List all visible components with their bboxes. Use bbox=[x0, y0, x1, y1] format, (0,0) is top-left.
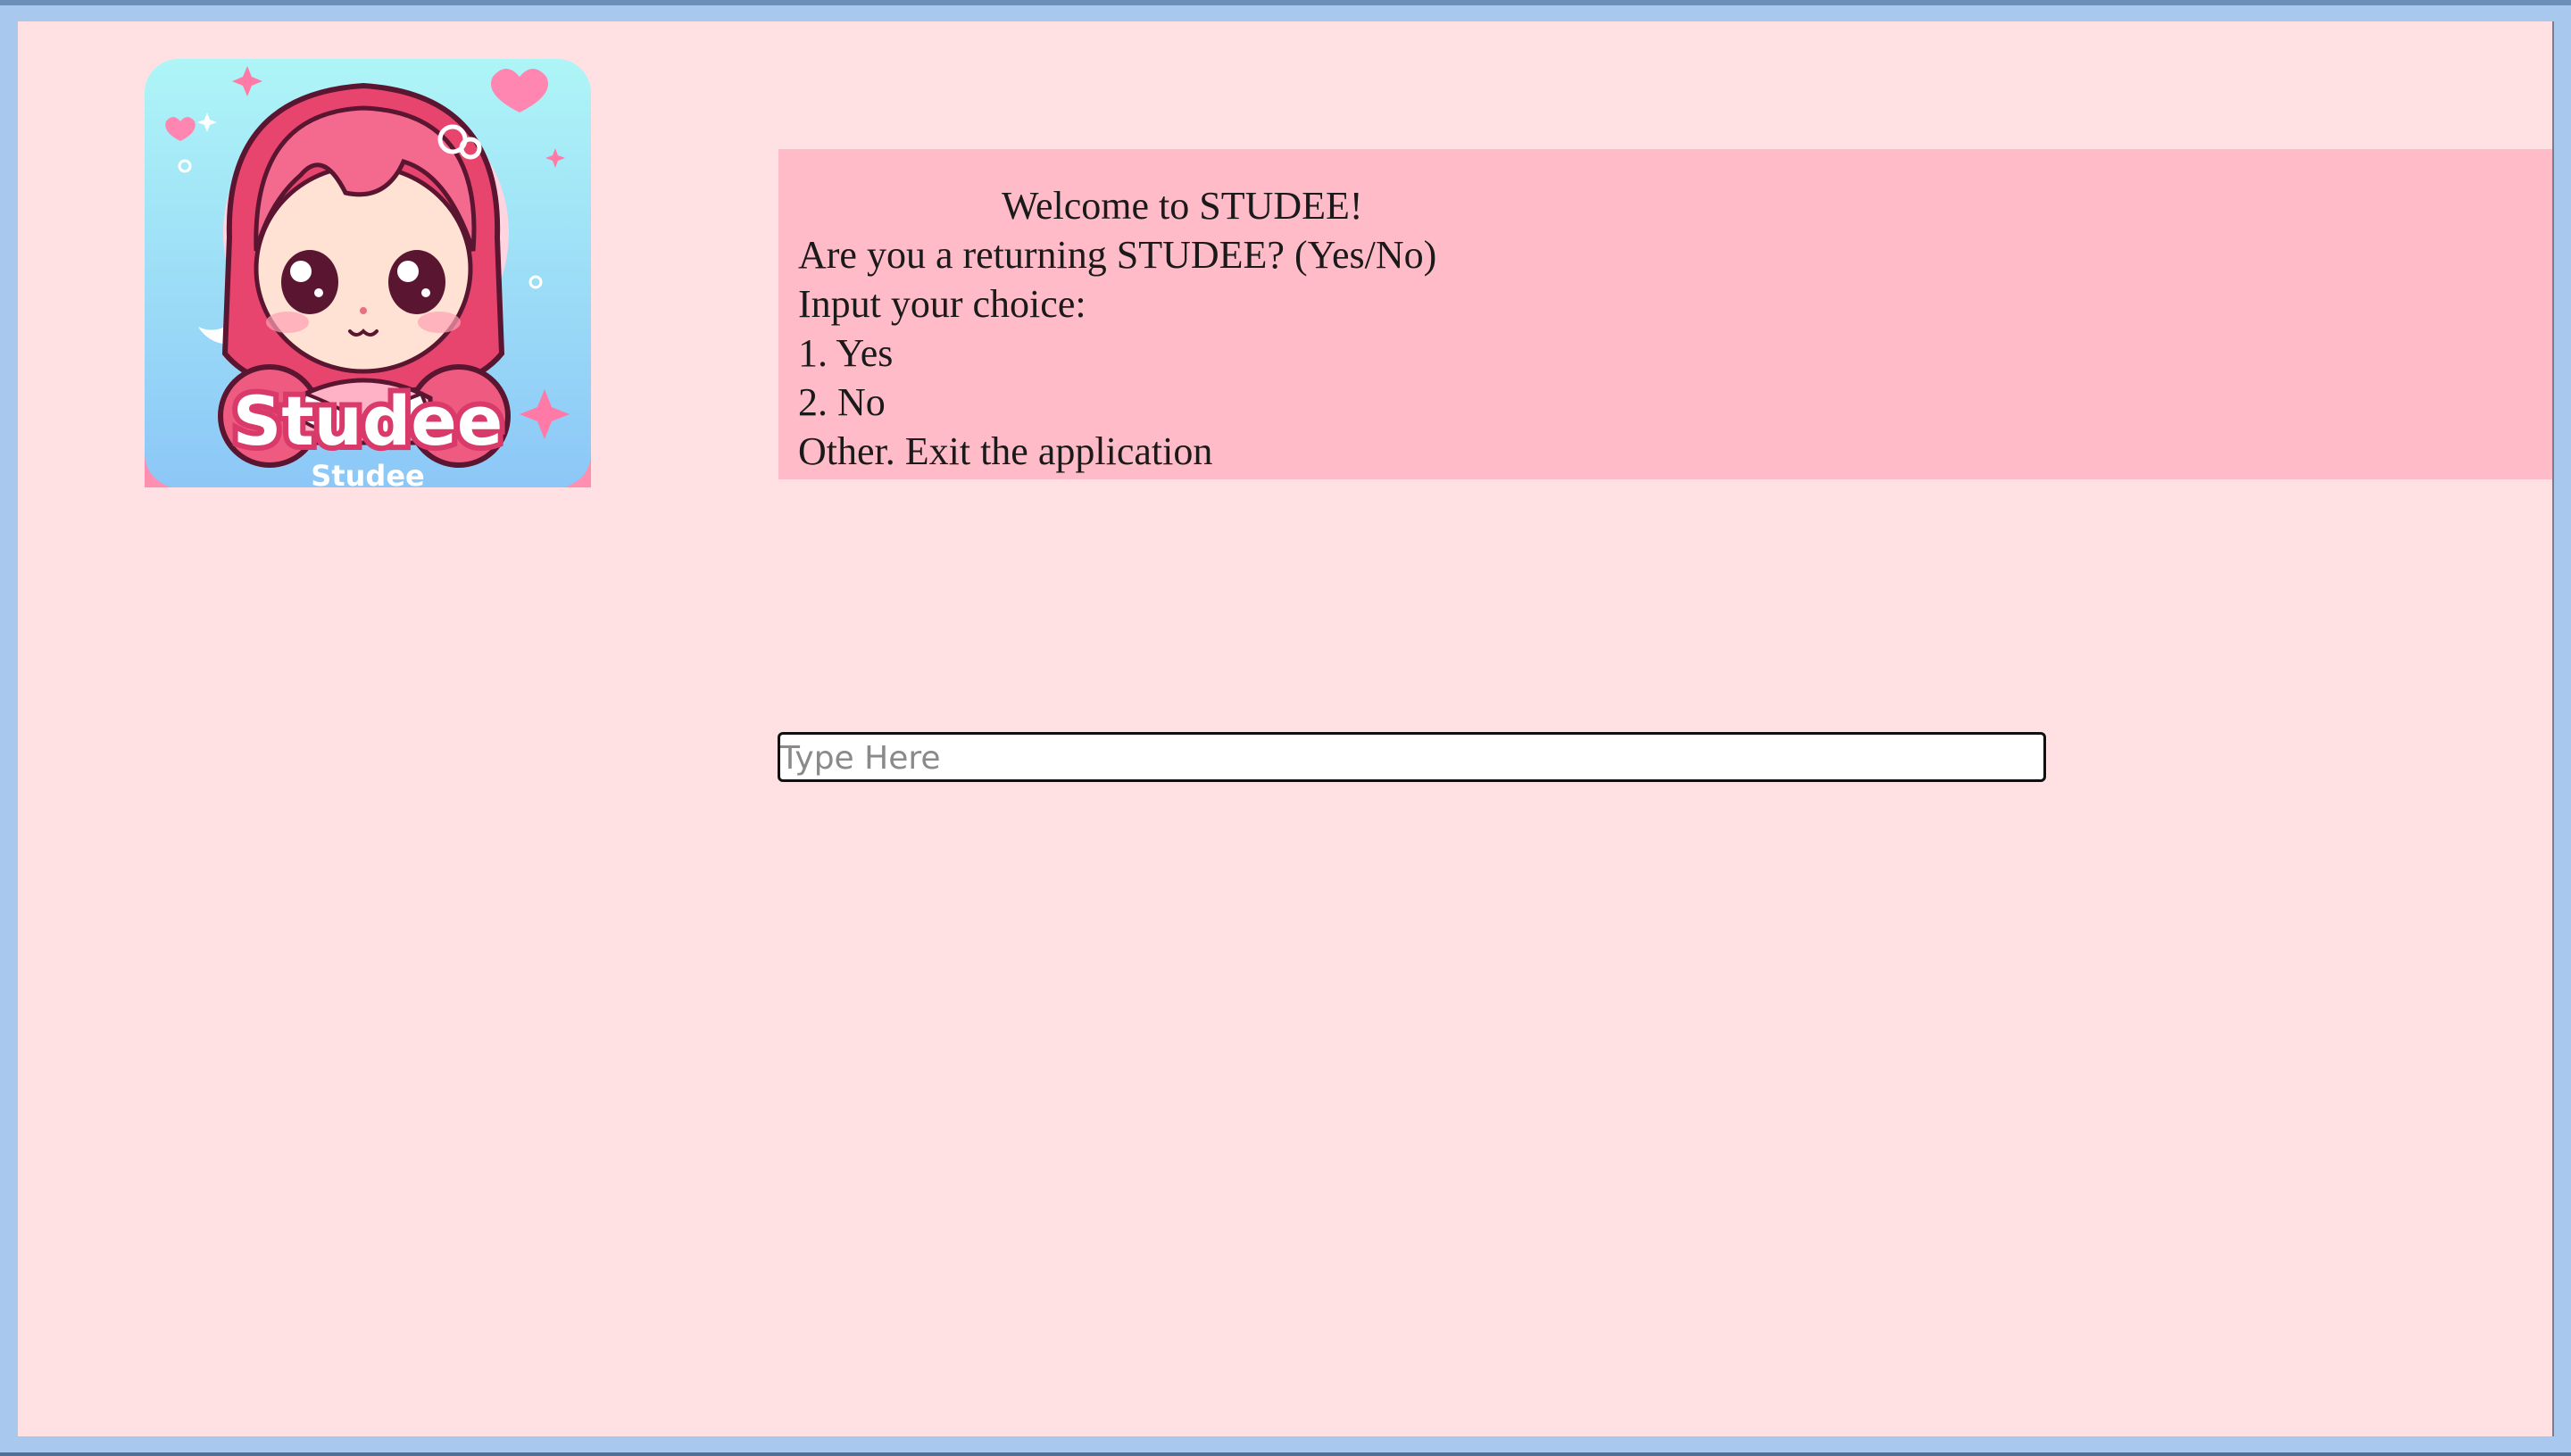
window-bottom-edge bbox=[0, 1452, 2571, 1456]
studee-logo: Studee Studee bbox=[145, 59, 591, 487]
window-top-edge bbox=[0, 0, 2571, 5]
choice-prompt: Input your choice: bbox=[798, 282, 1086, 326]
app-window: Studee Studee Welcome to STUDEE! Are you… bbox=[18, 21, 2554, 1436]
message-panel: Welcome to STUDEE! Are you a returning S… bbox=[778, 149, 2552, 479]
choice-input[interactable] bbox=[778, 732, 2046, 782]
welcome-heading: Welcome to STUDEE! bbox=[1002, 184, 1363, 228]
returning-question: Are you a returning STUDEE? (Yes/No) bbox=[798, 233, 1437, 277]
option-exit: Other. Exit the application bbox=[798, 429, 1213, 473]
logo-wordmark: Studee bbox=[233, 381, 503, 461]
logo-caption: Studee bbox=[311, 459, 424, 487]
option-no: 2. No bbox=[798, 380, 886, 424]
option-yes: 1. Yes bbox=[798, 331, 894, 375]
